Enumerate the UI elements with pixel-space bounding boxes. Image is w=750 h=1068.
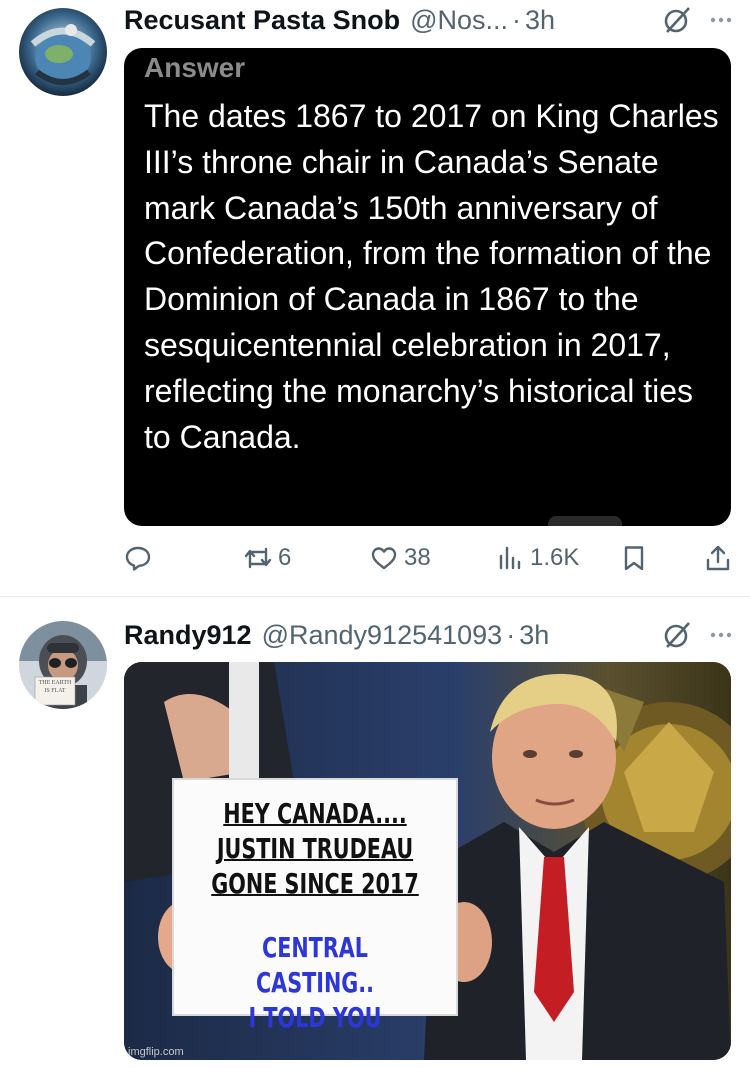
retweet-button[interactable]: 6	[244, 544, 291, 572]
avatar[interactable]: THE EARTH IS FLAT	[19, 621, 107, 709]
bookmark-button[interactable]	[620, 544, 648, 572]
sign-line: CENTRAL CASTING..	[255, 931, 375, 999]
views-button[interactable]: 1.6K	[496, 544, 579, 572]
imgflip-watermark: imgflip.com	[128, 1046, 184, 1058]
card-handle	[548, 516, 622, 526]
tweet-meme[interactable]: THE EARTH IS FLAT Randy912 @Randy9125410…	[0, 597, 750, 1068]
author-name[interactable]: Recusant Pasta Snob	[124, 5, 400, 36]
sign-line: HEY CANADA....	[223, 797, 407, 830]
sign-line: I TOLD YOU	[248, 1001, 382, 1034]
grok-icon[interactable]	[662, 620, 692, 650]
avatar-sign-text: THE EARTH IS FLAT	[38, 680, 72, 694]
author-name[interactable]: Randy912	[124, 620, 252, 651]
tweet-header: Recusant Pasta Snob @Nos... · 3h	[124, 0, 736, 40]
tweet-actions: 6 38 1.6K	[0, 544, 750, 580]
answer-label: Answer	[144, 52, 246, 83]
grok-icon[interactable]	[662, 5, 692, 35]
retweet-icon	[244, 547, 272, 569]
avatar-image	[19, 8, 107, 96]
meme-image[interactable]: HEY CANADA.... JUSTIN TRUDEAU GONE SINCE…	[124, 662, 731, 1060]
views-count: 1.6K	[530, 544, 580, 571]
author-handle[interactable]: @Randy912541093	[262, 620, 503, 651]
reply-button[interactable]	[124, 544, 152, 572]
grok-answer-card[interactable]: Answer The dates 1867 to 2017 on King Ch…	[124, 48, 731, 526]
more-icon[interactable]	[706, 620, 736, 650]
share-icon	[706, 545, 730, 571]
like-button[interactable]: 38	[370, 544, 431, 572]
reply-icon	[125, 546, 151, 571]
author-handle[interactable]: @Nos...	[410, 5, 508, 36]
like-count: 38	[404, 544, 431, 571]
avatar[interactable]	[19, 8, 107, 96]
dot-separator: ·	[506, 619, 516, 650]
like-icon	[371, 547, 397, 570]
share-button[interactable]	[704, 544, 732, 572]
tweet-timestamp[interactable]: 3h	[519, 620, 549, 651]
tweet-grok-answer[interactable]: Recusant Pasta Snob @Nos... · 3h Answer …	[0, 0, 750, 596]
sign-line: JUSTIN TRUDEAU	[216, 832, 414, 865]
sign-bottom-text: CENTRAL CASTING.. I TOLD YOU	[211, 930, 420, 1035]
views-icon	[499, 546, 521, 570]
sign-line: GONE SINCE 2017	[211, 867, 419, 900]
tweet-timestamp[interactable]: 3h	[525, 5, 555, 36]
more-icon[interactable]	[706, 5, 736, 35]
answer-text: The dates 1867 to 2017 on King Charles I…	[144, 98, 719, 455]
avatar-image	[19, 621, 107, 709]
dot-separator: ·	[512, 4, 522, 35]
sign-top-text: HEY CANADA.... JUSTIN TRUDEAU GONE SINCE…	[211, 796, 420, 901]
meme-sign: HEY CANADA.... JUSTIN TRUDEAU GONE SINCE…	[172, 778, 458, 1034]
tweet-header: Randy912 @Randy912541093 · 3h	[124, 615, 736, 655]
bookmark-icon	[624, 546, 644, 571]
retweet-count: 6	[278, 544, 292, 571]
